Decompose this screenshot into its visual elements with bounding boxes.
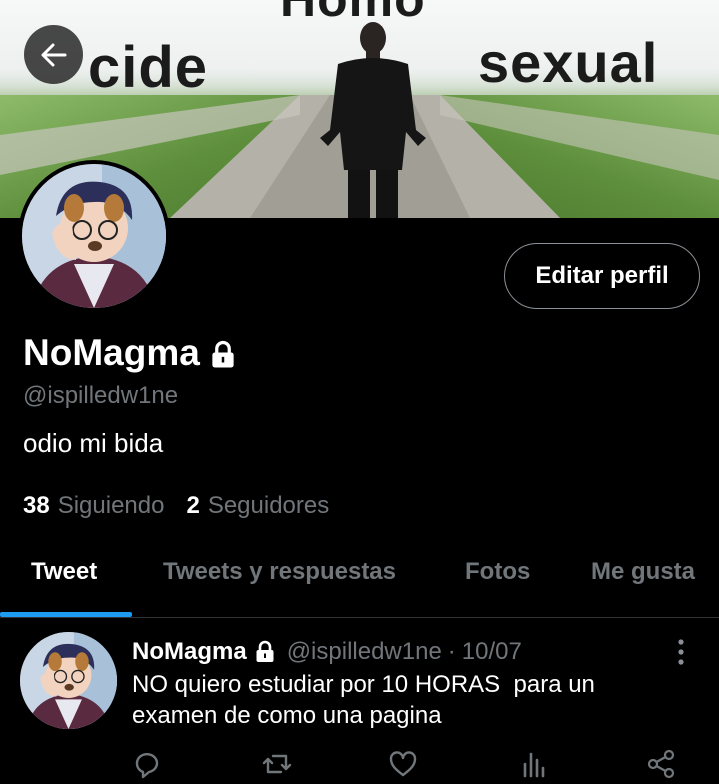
followers-link[interactable]: 2 Seguidores bbox=[186, 492, 329, 520]
edit-profile-button[interactable]: Editar perfil bbox=[504, 243, 700, 309]
lock-icon bbox=[212, 340, 234, 368]
tweet-avatar-image bbox=[20, 632, 117, 729]
following-link[interactable]: 38 Siguiendo bbox=[23, 492, 164, 520]
arrow-left-icon bbox=[41, 43, 66, 66]
stats-icon[interactable] bbox=[517, 748, 549, 780]
tweet-text: NO quiero estudiar por 10 HORAS para un … bbox=[132, 671, 595, 729]
avatar-image bbox=[22, 164, 166, 308]
followers-label: Seguidores bbox=[207, 492, 330, 519]
retweet-icon[interactable] bbox=[261, 748, 293, 780]
tweet-separator: · bbox=[447, 638, 456, 665]
tweet-date[interactable]: 10/07 bbox=[462, 638, 522, 666]
profile-display-name: NoMagma bbox=[23, 332, 200, 373]
profile-stats: 38 Siguiendo 2 Seguidores bbox=[23, 492, 329, 520]
profile-handle: @ispilledw1ne bbox=[23, 382, 179, 409]
tab-photos[interactable]: Fotos bbox=[465, 558, 530, 586]
back-button[interactable] bbox=[24, 25, 83, 84]
reply-icon[interactable] bbox=[131, 748, 163, 780]
profile-avatar[interactable] bbox=[18, 160, 170, 312]
tab-likes[interactable]: Me gusta bbox=[591, 558, 695, 586]
tweet-author-handle[interactable]: @ispilledw1ne bbox=[287, 638, 442, 666]
tweet-header: NoMagma @ispilledw1ne · 10/07 bbox=[132, 638, 522, 666]
tweet-author-name[interactable]: NoMagma bbox=[132, 638, 247, 666]
profile-tabs: Tweet Tweets y respuestas Fotos Me gusta bbox=[0, 548, 719, 618]
followers-count: 2 bbox=[186, 492, 200, 519]
following-label: Siguiendo bbox=[57, 492, 165, 519]
more-vertical-icon[interactable] bbox=[672, 638, 690, 666]
tweet-actions bbox=[0, 748, 719, 782]
tweet-avatar[interactable] bbox=[20, 632, 117, 729]
banner-word-right: sexual bbox=[478, 31, 659, 94]
profile-name-row: NoMagma bbox=[23, 332, 238, 374]
tab-tweets[interactable]: Tweet bbox=[31, 558, 97, 586]
profile-bio: odio mi bida bbox=[23, 428, 164, 458]
share-icon[interactable] bbox=[645, 748, 677, 780]
tab-tweets-replies[interactable]: Tweets y respuestas bbox=[163, 558, 396, 586]
heart-icon[interactable] bbox=[387, 748, 419, 780]
lock-icon bbox=[256, 640, 274, 662]
following-count: 38 bbox=[23, 492, 50, 519]
banner-word-left: cide bbox=[88, 35, 209, 100]
banner-man-figure bbox=[320, 22, 426, 218]
tabs-divider bbox=[0, 617, 719, 618]
